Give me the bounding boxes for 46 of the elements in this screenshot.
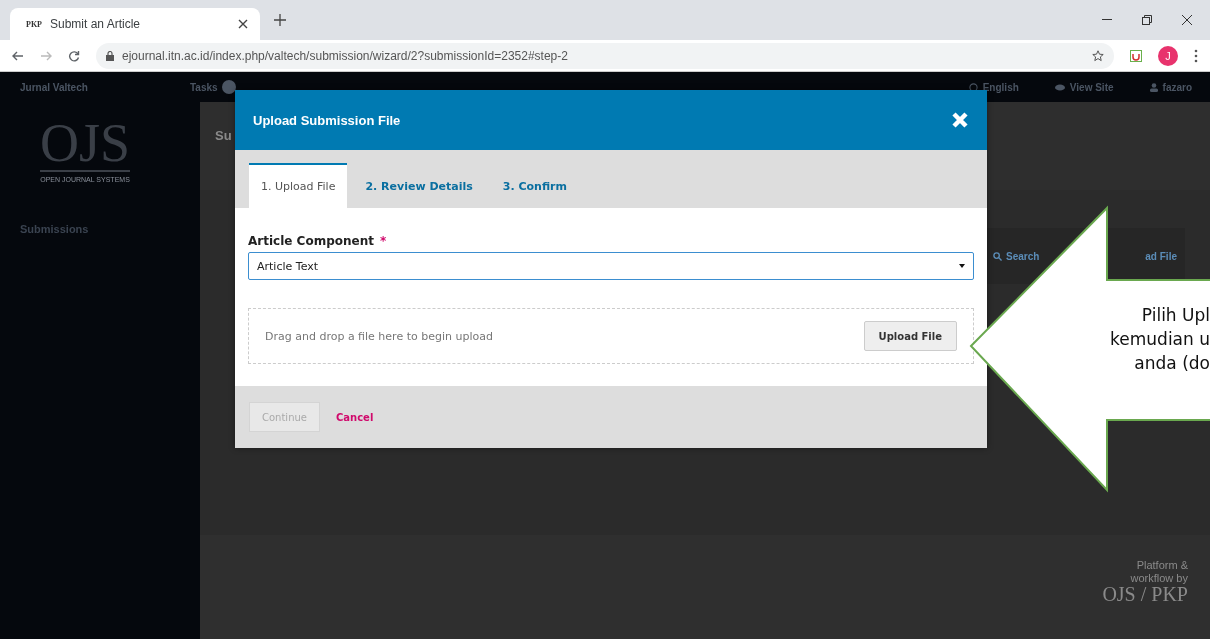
minimize-icon[interactable] bbox=[1102, 19, 1112, 21]
user-icon bbox=[1149, 82, 1158, 92]
logo-text: OJS bbox=[39, 116, 130, 172]
menu-icon[interactable] bbox=[1194, 48, 1198, 63]
search-icon bbox=[993, 251, 1002, 261]
wizard-tab[interactable]: 1. Upload File bbox=[249, 163, 348, 208]
eye-icon bbox=[1054, 83, 1065, 91]
restore-icon[interactable] bbox=[1142, 15, 1152, 25]
close-button[interactable] bbox=[951, 111, 969, 129]
drop-zone[interactable]: Drag and drop a file here to begin upload Upload File bbox=[248, 308, 974, 364]
search-link[interactable]: Search bbox=[1006, 250, 1040, 262]
footer-logo[interactable]: OJS / PKP bbox=[1102, 584, 1188, 605]
reload-icon[interactable] bbox=[68, 49, 80, 62]
tasks-link[interactable]: Tasks bbox=[190, 81, 218, 93]
star-icon[interactable] bbox=[1092, 49, 1104, 62]
cancel-link[interactable]: Cancel bbox=[335, 411, 374, 423]
upload-file-link[interactable]: ad File bbox=[1145, 250, 1177, 262]
url-text: ejournal.itn.ac.id/index.php/valtech/submission/wizard/2?submissionId=2352#step-2 bbox=[122, 48, 568, 63]
close-icon[interactable] bbox=[238, 19, 248, 29]
upload-file-button[interactable]: Upload File bbox=[863, 321, 957, 351]
caret-icon bbox=[959, 264, 965, 268]
tab-title: Submit an Article bbox=[50, 17, 142, 31]
callout-text: Pilih Upl kemudian u anda (do bbox=[1109, 304, 1210, 375]
back-arrow-icon[interactable] bbox=[12, 50, 24, 61]
drop-zone-text: Drag and drop a file here to begin upload bbox=[265, 329, 493, 343]
wizard-tab[interactable]: 3. Confirm bbox=[490, 163, 579, 208]
close-icon[interactable] bbox=[1182, 15, 1192, 25]
dialog-title: Upload Submission File bbox=[253, 112, 401, 128]
favicon-text: PKP bbox=[26, 19, 42, 29]
profile-avatar[interactable]: J bbox=[1158, 45, 1178, 66]
component-select[interactable]: Article Text bbox=[248, 252, 974, 280]
page-title: Su bbox=[215, 128, 232, 143]
extension-icon[interactable] bbox=[1130, 49, 1142, 62]
address-bar[interactable]: ejournal.itn.ac.id/index.php/valtech/submission/wizard/2?submissionId=2352#step-2 bbox=[96, 42, 1114, 69]
wizard-tab[interactable]: 2. Review Details bbox=[353, 163, 485, 208]
footer-text: Platform & bbox=[1136, 559, 1188, 572]
header-link[interactable]: fazaro bbox=[1162, 81, 1192, 93]
browser-tab[interactable]: PKP Submit an Article bbox=[10, 8, 260, 40]
header-link[interactable]: View Site bbox=[1069, 81, 1114, 93]
badge-icon bbox=[221, 80, 236, 94]
plus-icon[interactable] bbox=[274, 14, 286, 26]
journal-name[interactable]: Jurnal Valtech bbox=[20, 81, 190, 93]
header-link[interactable]: English bbox=[982, 81, 1019, 93]
lock-icon bbox=[106, 50, 114, 61]
field-label: Article Component * bbox=[248, 234, 388, 248]
footer-text: workflow by bbox=[1130, 571, 1188, 585]
